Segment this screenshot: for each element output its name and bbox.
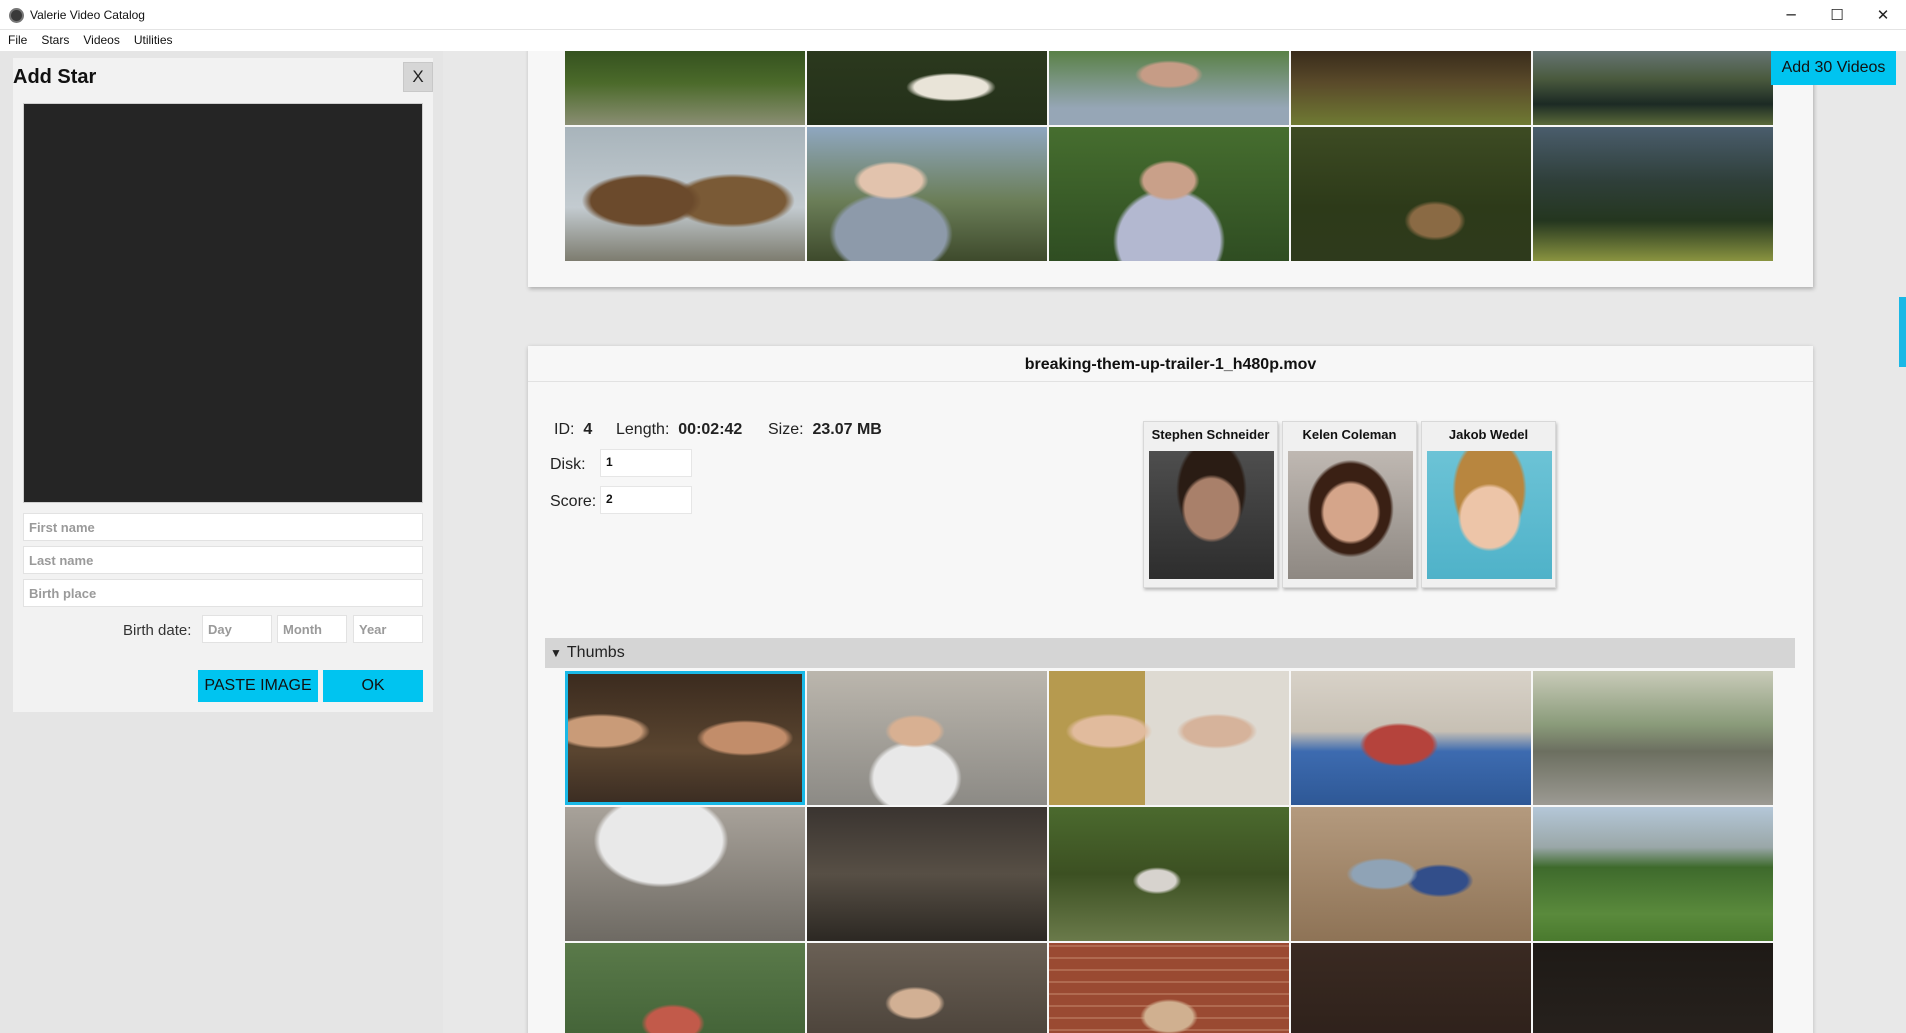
disk-label: Disk:: [550, 456, 586, 473]
video-length-info: Length: 00:02:42: [616, 421, 742, 439]
star-photo: [1149, 451, 1274, 579]
video-thumbnail[interactable]: [565, 943, 805, 1033]
score-input[interactable]: 2: [600, 486, 692, 514]
star-card[interactable]: Kelen Coleman: [1282, 421, 1417, 588]
video-thumbnail[interactable]: [1049, 943, 1289, 1033]
star-card[interactable]: Stephen Schneider: [1143, 421, 1278, 588]
birth-month-field[interactable]: Month: [277, 615, 347, 643]
video-thumbnail[interactable]: [1533, 51, 1773, 125]
birth-day-field[interactable]: Day: [202, 615, 272, 643]
video-thumbnail[interactable]: [1049, 127, 1289, 261]
previous-thumbs-grid: [565, 51, 1773, 261]
video-thumbnail[interactable]: [1533, 671, 1773, 805]
last-name-field[interactable]: Last name: [23, 546, 423, 574]
menu-videos[interactable]: Videos: [75, 30, 125, 51]
score-label: Score:: [550, 493, 597, 510]
scrollbar-thumb[interactable]: [1899, 297, 1906, 367]
video-thumbnail[interactable]: [565, 127, 805, 261]
menu-file[interactable]: File: [0, 30, 33, 51]
birth-year-field[interactable]: Year: [353, 615, 423, 643]
video-card: breaking-them-up-trailer-1_h480p.mov ID:…: [528, 346, 1813, 1033]
star-name: Jakob Wedel: [1448, 427, 1529, 442]
video-filename[interactable]: breaking-them-up-trailer-1_h480p.mov: [528, 356, 1813, 374]
video-thumbnail[interactable]: [1291, 127, 1531, 261]
first-name-field[interactable]: First name: [23, 513, 423, 541]
video-thumbnail[interactable]: [1049, 671, 1289, 805]
menu-stars[interactable]: Stars: [33, 30, 75, 51]
add-videos-button[interactable]: Add 30 Videos: [1771, 51, 1896, 85]
video-thumbnail[interactable]: [565, 51, 805, 125]
star-name: Stephen Schneider: [1151, 427, 1270, 442]
close-icon: ✕: [1876, 6, 1890, 24]
video-thumbnail[interactable]: [1291, 943, 1531, 1033]
video-thumbnail[interactable]: [1533, 807, 1773, 941]
video-card-previous: [528, 51, 1813, 287]
collapse-triangle-icon: ▼: [550, 646, 562, 660]
video-thumbnail[interactable]: [1049, 51, 1289, 125]
video-thumbnail[interactable]: [1291, 51, 1531, 125]
star-photo: [1288, 451, 1413, 579]
title-bar: Valerie Video Catalog ─ ☐ ✕: [0, 0, 1906, 30]
length-label: Length:: [616, 421, 670, 438]
paste-image-button[interactable]: PASTE IMAGE: [198, 670, 318, 702]
minimize-button[interactable]: ─: [1768, 0, 1814, 30]
video-thumbnail[interactable]: [1533, 943, 1773, 1033]
id-value: 4: [583, 421, 593, 438]
maximize-icon: ☐: [1830, 6, 1844, 24]
add-star-panel: Add Star X First name Last name Birth pl…: [13, 58, 433, 712]
video-thumbnail[interactable]: [807, 671, 1047, 805]
birth-date-label: Birth date:: [123, 622, 192, 639]
star-photo: [1427, 451, 1552, 579]
video-thumbnail[interactable]: [807, 51, 1047, 125]
video-thumbnail[interactable]: [807, 943, 1047, 1033]
star-image-drop-area[interactable]: [23, 103, 423, 503]
video-thumbnail-selected[interactable]: [565, 671, 805, 805]
window-title: Valerie Video Catalog: [30, 8, 145, 22]
thumbs-grid: [565, 671, 1773, 1033]
video-thumbnail[interactable]: [565, 807, 805, 941]
menu-utilities[interactable]: Utilities: [126, 30, 179, 51]
id-label: ID:: [554, 421, 575, 438]
thumbs-section-toggle[interactable]: ▼ Thumbs: [545, 638, 1795, 668]
video-thumbnail[interactable]: [1291, 807, 1531, 941]
ok-button[interactable]: OK: [323, 670, 423, 702]
star-card[interactable]: Jakob Wedel: [1421, 421, 1556, 588]
star-name: Kelen Coleman: [1302, 427, 1397, 442]
video-id-info: ID: 4: [554, 421, 592, 439]
close-add-star-button[interactable]: X: [403, 62, 433, 92]
size-value: 23.07 MB: [812, 421, 882, 438]
left-panel: Add Star X First name Last name Birth pl…: [0, 51, 443, 1033]
video-thumbnail[interactable]: [807, 127, 1047, 261]
birth-place-field[interactable]: Birth place: [23, 579, 423, 607]
video-thumbnail[interactable]: [1291, 671, 1531, 805]
video-thumbnail[interactable]: [807, 807, 1047, 941]
size-label: Size:: [768, 421, 804, 438]
menu-bar: File Stars Videos Utilities: [0, 30, 1906, 51]
close-window-button[interactable]: ✕: [1860, 0, 1906, 30]
add-star-title: Add Star: [13, 66, 97, 88]
app-icon: [9, 8, 24, 23]
disk-input[interactable]: 1: [600, 449, 692, 477]
minimize-icon: ─: [1786, 6, 1796, 24]
video-size-info: Size: 23.07 MB: [768, 421, 882, 439]
video-list[interactable]: Add 30 Videos breaking-them-up-trailer-1…: [443, 51, 1906, 1033]
video-thumbnail[interactable]: [1533, 127, 1773, 261]
video-thumbnail[interactable]: [1049, 807, 1289, 941]
length-value: 00:02:42: [678, 421, 743, 438]
maximize-button[interactable]: ☐: [1814, 0, 1860, 30]
thumbs-section-label: Thumbs: [566, 644, 625, 661]
